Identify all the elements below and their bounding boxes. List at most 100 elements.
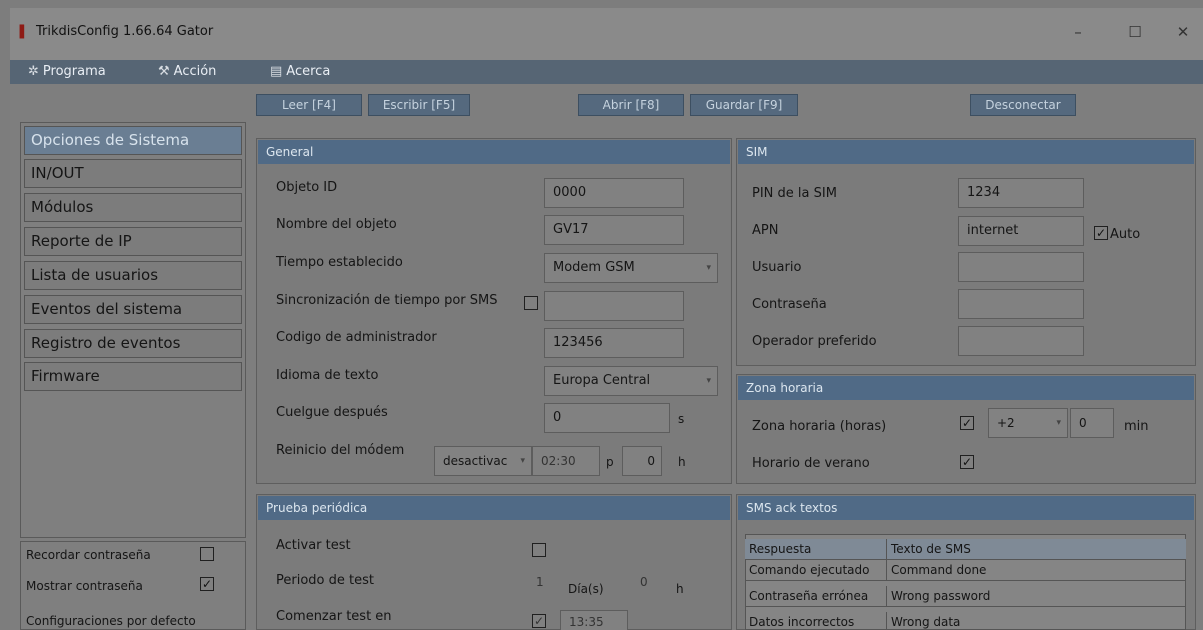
chevron-down-icon: ▾ <box>520 456 525 466</box>
codigo-label: Codigo de administrador <box>276 330 437 345</box>
table-cell[interactable]: Wrong data <box>887 612 1186 630</box>
apn-input[interactable]: internet <box>958 216 1084 246</box>
zona-min-unit: min <box>1124 419 1149 434</box>
zona-select[interactable]: +2 ▾ <box>988 408 1068 438</box>
pass-label: Contraseña <box>752 297 827 312</box>
sidebar-item-modulos[interactable]: Módulos <box>24 193 242 222</box>
book-icon: ▤ <box>270 64 283 79</box>
cuelgue-label: Cuelgue después <box>276 405 388 420</box>
defecto-link[interactable]: Configuraciones por defecto <box>26 614 196 628</box>
reinicio-p-unit: p <box>606 455 614 469</box>
verano-checkbox[interactable]: ✓ <box>960 455 974 469</box>
zona-label: Zona horaria (horas) <box>752 419 887 434</box>
sidebar-item-opciones[interactable]: Opciones de Sistema <box>24 126 242 155</box>
idioma-value: Europa Central <box>553 373 651 388</box>
pass-input[interactable] <box>958 289 1084 319</box>
table-cell[interactable]: Command done <box>887 560 1186 581</box>
menu-programa-label: Programa <box>42 64 106 79</box>
apn-label: APN <box>752 223 779 238</box>
tiempo-value: Modem GSM <box>553 260 635 275</box>
activar-checkbox[interactable] <box>532 543 546 557</box>
sms-table-header: Respuesta Texto de SMS <box>745 539 1186 560</box>
tiempo-label: Tiempo establecido <box>276 255 403 270</box>
table-row[interactable]: Comando ejecutado Command done <box>745 560 1186 581</box>
reinicio-h-unit: h <box>678 455 686 469</box>
column-header: Respuesta <box>745 539 887 560</box>
auto-checkbox[interactable]: ✓ <box>1094 226 1108 240</box>
wrench-icon: ⚒ <box>158 64 170 79</box>
tiempo-select[interactable]: Modem GSM ▾ <box>544 253 718 283</box>
idioma-label: Idioma de texto <box>276 368 379 383</box>
activar-label: Activar test <box>276 538 351 553</box>
nombre-input[interactable]: GV17 <box>544 215 684 245</box>
menu-acerca[interactable]: ▤ Acerca <box>270 60 330 84</box>
sms-header: SMS ack textos <box>738 496 1194 520</box>
mostrar-checkbox[interactable]: ✓ <box>200 577 214 591</box>
zona-value: +2 <box>997 416 1015 430</box>
nombre-label: Nombre del objeto <box>276 217 397 232</box>
reinicio-value: desactivac <box>443 454 508 468</box>
objeto-id-input[interactable]: 0000 <box>544 178 684 208</box>
codigo-input[interactable]: 123456 <box>544 328 684 358</box>
cuelgue-input[interactable]: 0 <box>544 403 670 433</box>
usuario-input[interactable] <box>958 252 1084 282</box>
table-row[interactable]: Datos incorrectos Wrong data <box>745 612 1186 630</box>
pin-input[interactable]: 1234 <box>958 178 1084 208</box>
sinc-input[interactable] <box>544 291 684 321</box>
periodo-h-unit: h <box>676 582 684 596</box>
close-button[interactable]: ✕ <box>1163 20 1203 44</box>
reinicio-select[interactable]: desactivac ▾ <box>434 446 532 476</box>
sinc-checkbox[interactable] <box>524 296 538 310</box>
menu-programa[interactable]: ✲ Programa <box>28 60 106 84</box>
sidebar-item-firmware[interactable]: Firmware <box>24 362 242 391</box>
periodo-h-value[interactable]: 0 <box>640 575 648 589</box>
mostrar-label: Mostrar contraseña <box>26 579 143 593</box>
guardar-button[interactable]: Guardar [F9] <box>690 94 798 116</box>
sidebar-item-in-out[interactable]: IN/OUT <box>24 159 242 188</box>
reinicio-time-input[interactable]: 02:30 <box>532 446 600 476</box>
desconectar-button[interactable]: Desconectar <box>970 94 1076 116</box>
prueba-header: Prueba periódica <box>258 496 730 520</box>
sidebar-item-usuarios[interactable]: Lista de usuarios <box>24 261 242 290</box>
zona-min-input[interactable]: 0 <box>1070 408 1114 438</box>
reinicio-h-input[interactable]: 0 <box>622 446 662 476</box>
menu-accion[interactable]: ⚒ Acción <box>158 60 216 84</box>
reinicio-label: Reinicio del módem <box>276 443 405 458</box>
sinc-label: Sincronización de tiempo por SMS <box>276 293 498 308</box>
sidebar-item-registro[interactable]: Registro de eventos <box>24 329 242 358</box>
comenzar-checkbox[interactable]: ✓ <box>532 614 546 628</box>
maximize-button[interactable]: ☐ <box>1115 20 1155 44</box>
general-header: General <box>258 140 730 164</box>
abrir-button[interactable]: Abrir [F8] <box>578 94 684 116</box>
periodo-value[interactable]: 1 <box>536 575 544 589</box>
escribir-button[interactable]: Escribir [F5] <box>368 94 470 116</box>
app-logo-icon: ❚ <box>16 23 28 39</box>
minimize-button[interactable]: – <box>1058 20 1098 44</box>
pin-label: PIN de la SIM <box>752 186 837 201</box>
recordar-label: Recordar contraseña <box>26 548 151 562</box>
table-row[interactable]: Contraseña errónea Wrong password <box>745 586 1186 607</box>
chevron-down-icon: ▾ <box>706 376 711 386</box>
menu-accion-label: Acción <box>173 64 217 79</box>
zona-checkbox[interactable]: ✓ <box>960 416 974 430</box>
operador-label: Operador preferido <box>752 334 877 349</box>
leer-button[interactable]: Leer [F4] <box>256 94 362 116</box>
sidebar-item-reporte-ip[interactable]: Reporte de IP <box>24 227 242 256</box>
auto-label: Auto <box>1110 227 1141 242</box>
column-header: Texto de SMS <box>891 542 971 556</box>
verano-label: Horario de verano <box>752 456 870 471</box>
cuelgue-unit: s <box>678 412 685 426</box>
idioma-select[interactable]: Europa Central ▾ <box>544 366 718 396</box>
table-cell: Datos incorrectos <box>745 612 887 630</box>
comenzar-label: Comenzar test en <box>276 609 392 624</box>
table-cell: Contraseña errónea <box>745 586 887 607</box>
zona-header: Zona horaria <box>738 376 1194 400</box>
dias-unit: Día(s) <box>568 582 604 596</box>
table-cell[interactable]: Wrong password <box>887 586 1186 607</box>
recordar-checkbox[interactable] <box>200 547 214 561</box>
comenzar-time-input[interactable]: 13:35 <box>560 610 628 630</box>
sidebar-item-eventos[interactable]: Eventos del sistema <box>24 295 242 324</box>
usuario-label: Usuario <box>752 260 802 275</box>
table-cell: Comando ejecutado <box>745 560 887 581</box>
operador-input[interactable] <box>958 326 1084 356</box>
